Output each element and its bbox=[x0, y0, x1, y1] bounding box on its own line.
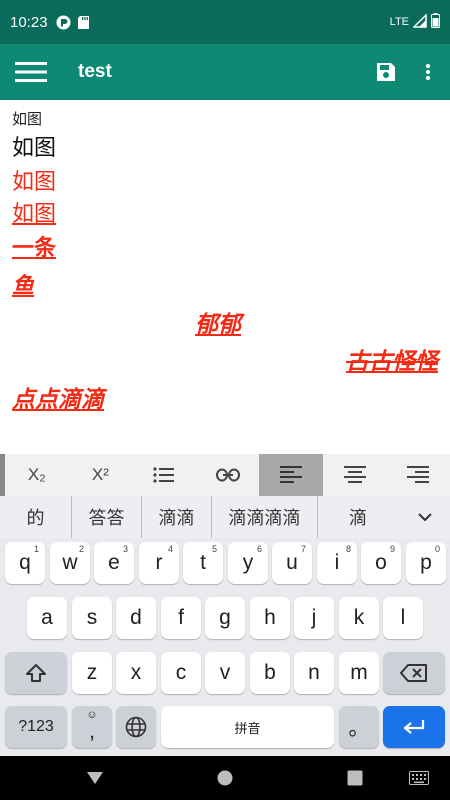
back-button[interactable] bbox=[80, 768, 110, 788]
shift-key[interactable] bbox=[5, 652, 67, 694]
align-right-button[interactable] bbox=[386, 454, 450, 496]
key-e[interactable]: e3 bbox=[94, 542, 134, 584]
suggestion-item[interactable]: 滴滴 bbox=[142, 496, 212, 538]
subscript-icon: X₂ bbox=[27, 465, 46, 484]
expand-suggestions-button[interactable] bbox=[400, 512, 450, 522]
align-center-button[interactable] bbox=[323, 454, 387, 496]
home-button[interactable] bbox=[210, 768, 240, 788]
enter-icon bbox=[403, 720, 425, 734]
suggestion-item[interactable]: 答答 bbox=[72, 496, 142, 538]
network-type: LTE bbox=[389, 16, 409, 28]
key-l[interactable]: l bbox=[383, 597, 423, 639]
insert-link-button[interactable] bbox=[196, 454, 260, 496]
key-x[interactable]: x bbox=[116, 652, 156, 694]
key-n[interactable]: n bbox=[294, 652, 334, 694]
editor-line-2: 如图 bbox=[12, 136, 57, 161]
language-key[interactable] bbox=[116, 706, 156, 748]
formatting-toolbar: X₂ X² bbox=[0, 454, 450, 496]
period-key[interactable]: 。 bbox=[339, 706, 379, 748]
key-v[interactable]: v bbox=[205, 652, 245, 694]
space-key[interactable]: 拼音 bbox=[161, 706, 334, 748]
editor-line-5: 一条 bbox=[12, 236, 57, 261]
key-u[interactable]: u7 bbox=[272, 542, 312, 584]
key-w[interactable]: w2 bbox=[50, 542, 90, 584]
editor-line-9: 点点滴滴 bbox=[12, 387, 104, 413]
enter-key[interactable] bbox=[383, 706, 445, 748]
sd-card-icon bbox=[77, 15, 92, 30]
key-o[interactable]: o9 bbox=[361, 542, 401, 584]
key-p[interactable]: p0 bbox=[406, 542, 446, 584]
align-left-button[interactable] bbox=[259, 454, 323, 496]
key-y[interactable]: y6 bbox=[228, 542, 268, 584]
key-a[interactable]: a bbox=[27, 597, 67, 639]
key-b[interactable]: b bbox=[250, 652, 290, 694]
app-bar: test bbox=[0, 44, 450, 100]
status-time: 10:23 bbox=[10, 13, 48, 31]
key-c[interactable]: c bbox=[161, 652, 201, 694]
key-d[interactable]: d bbox=[116, 597, 156, 639]
align-right-icon bbox=[407, 466, 430, 483]
recents-button[interactable] bbox=[340, 768, 370, 788]
back-triangle-icon bbox=[87, 772, 103, 784]
suggestion-item[interactable]: 滴滴滴滴 bbox=[212, 496, 318, 538]
bullet-list-button[interactable] bbox=[132, 454, 196, 496]
symbols-key[interactable]: ?123 bbox=[5, 706, 67, 748]
emoji-icon: ☺ bbox=[86, 709, 98, 721]
keyboard-switch-button[interactable] bbox=[404, 768, 434, 788]
ime-suggestion-bar: 的 答答 滴滴 滴滴滴滴 滴 bbox=[0, 496, 450, 538]
subscript-button[interactable]: X₂ bbox=[5, 454, 69, 496]
soft-keyboard: q1 w2 e3 r4 t5 y6 u7 i8 o9 p0 a s d f g … bbox=[0, 538, 450, 756]
key-h[interactable]: h bbox=[250, 597, 290, 639]
suggestion-item[interactable]: 滴 bbox=[318, 496, 398, 538]
more-vert-icon bbox=[426, 64, 430, 80]
editor-line-4: 如图 bbox=[12, 202, 57, 227]
chevron-down-icon bbox=[418, 512, 432, 521]
key-i[interactable]: i8 bbox=[317, 542, 357, 584]
backspace-key[interactable] bbox=[383, 652, 445, 694]
key-q[interactable]: q1 bbox=[5, 542, 45, 584]
superscript-icon: X² bbox=[91, 465, 109, 484]
recents-square-icon bbox=[347, 770, 363, 786]
editor-line-8: 古古怪怪 bbox=[346, 349, 438, 375]
signal-icon bbox=[412, 12, 427, 31]
globe-icon bbox=[125, 716, 147, 738]
key-g[interactable]: g bbox=[205, 597, 245, 639]
align-center-icon bbox=[343, 466, 366, 483]
hamburger-icon bbox=[15, 62, 47, 82]
key-f[interactable]: f bbox=[161, 597, 201, 639]
key-k[interactable]: k bbox=[339, 597, 379, 639]
bullet-list-icon bbox=[153, 467, 174, 483]
system-navigation-bar bbox=[0, 756, 450, 800]
editor-line-3: 如图 bbox=[12, 170, 57, 195]
save-button[interactable] bbox=[366, 44, 406, 100]
battery-icon bbox=[431, 13, 440, 31]
superscript-button[interactable]: X² bbox=[69, 454, 133, 496]
key-z[interactable]: z bbox=[72, 652, 112, 694]
key-s[interactable]: s bbox=[72, 597, 112, 639]
suggestion-item[interactable]: 的 bbox=[0, 496, 72, 538]
menu-button[interactable] bbox=[0, 44, 62, 100]
shift-icon bbox=[26, 664, 46, 682]
editor-line-1: 如图 bbox=[12, 110, 43, 128]
key-r[interactable]: r4 bbox=[139, 542, 179, 584]
key-j[interactable]: j bbox=[294, 597, 334, 639]
emoji-comma-key[interactable]: ☺ , bbox=[72, 706, 112, 748]
more-options-button[interactable] bbox=[406, 44, 450, 100]
keyboard-icon bbox=[409, 771, 429, 785]
key-m[interactable]: m bbox=[339, 652, 379, 694]
rich-text-editor[interactable]: 如图 如图 如图 如图 一条 鱼 郁郁 古古怪怪 点点滴滴 bbox=[0, 100, 450, 454]
key-t[interactable]: t5 bbox=[183, 542, 223, 584]
link-icon bbox=[215, 468, 240, 482]
backspace-icon bbox=[400, 664, 427, 682]
editor-line-6: 鱼 bbox=[12, 274, 35, 299]
save-icon bbox=[377, 63, 395, 81]
editor-line-7: 郁郁 bbox=[195, 312, 241, 338]
notification-icon bbox=[56, 15, 71, 30]
status-bar: 10:23 LTE bbox=[0, 0, 450, 44]
align-left-icon bbox=[280, 466, 303, 483]
document-title: test bbox=[78, 61, 112, 82]
home-circle-icon bbox=[217, 770, 233, 786]
